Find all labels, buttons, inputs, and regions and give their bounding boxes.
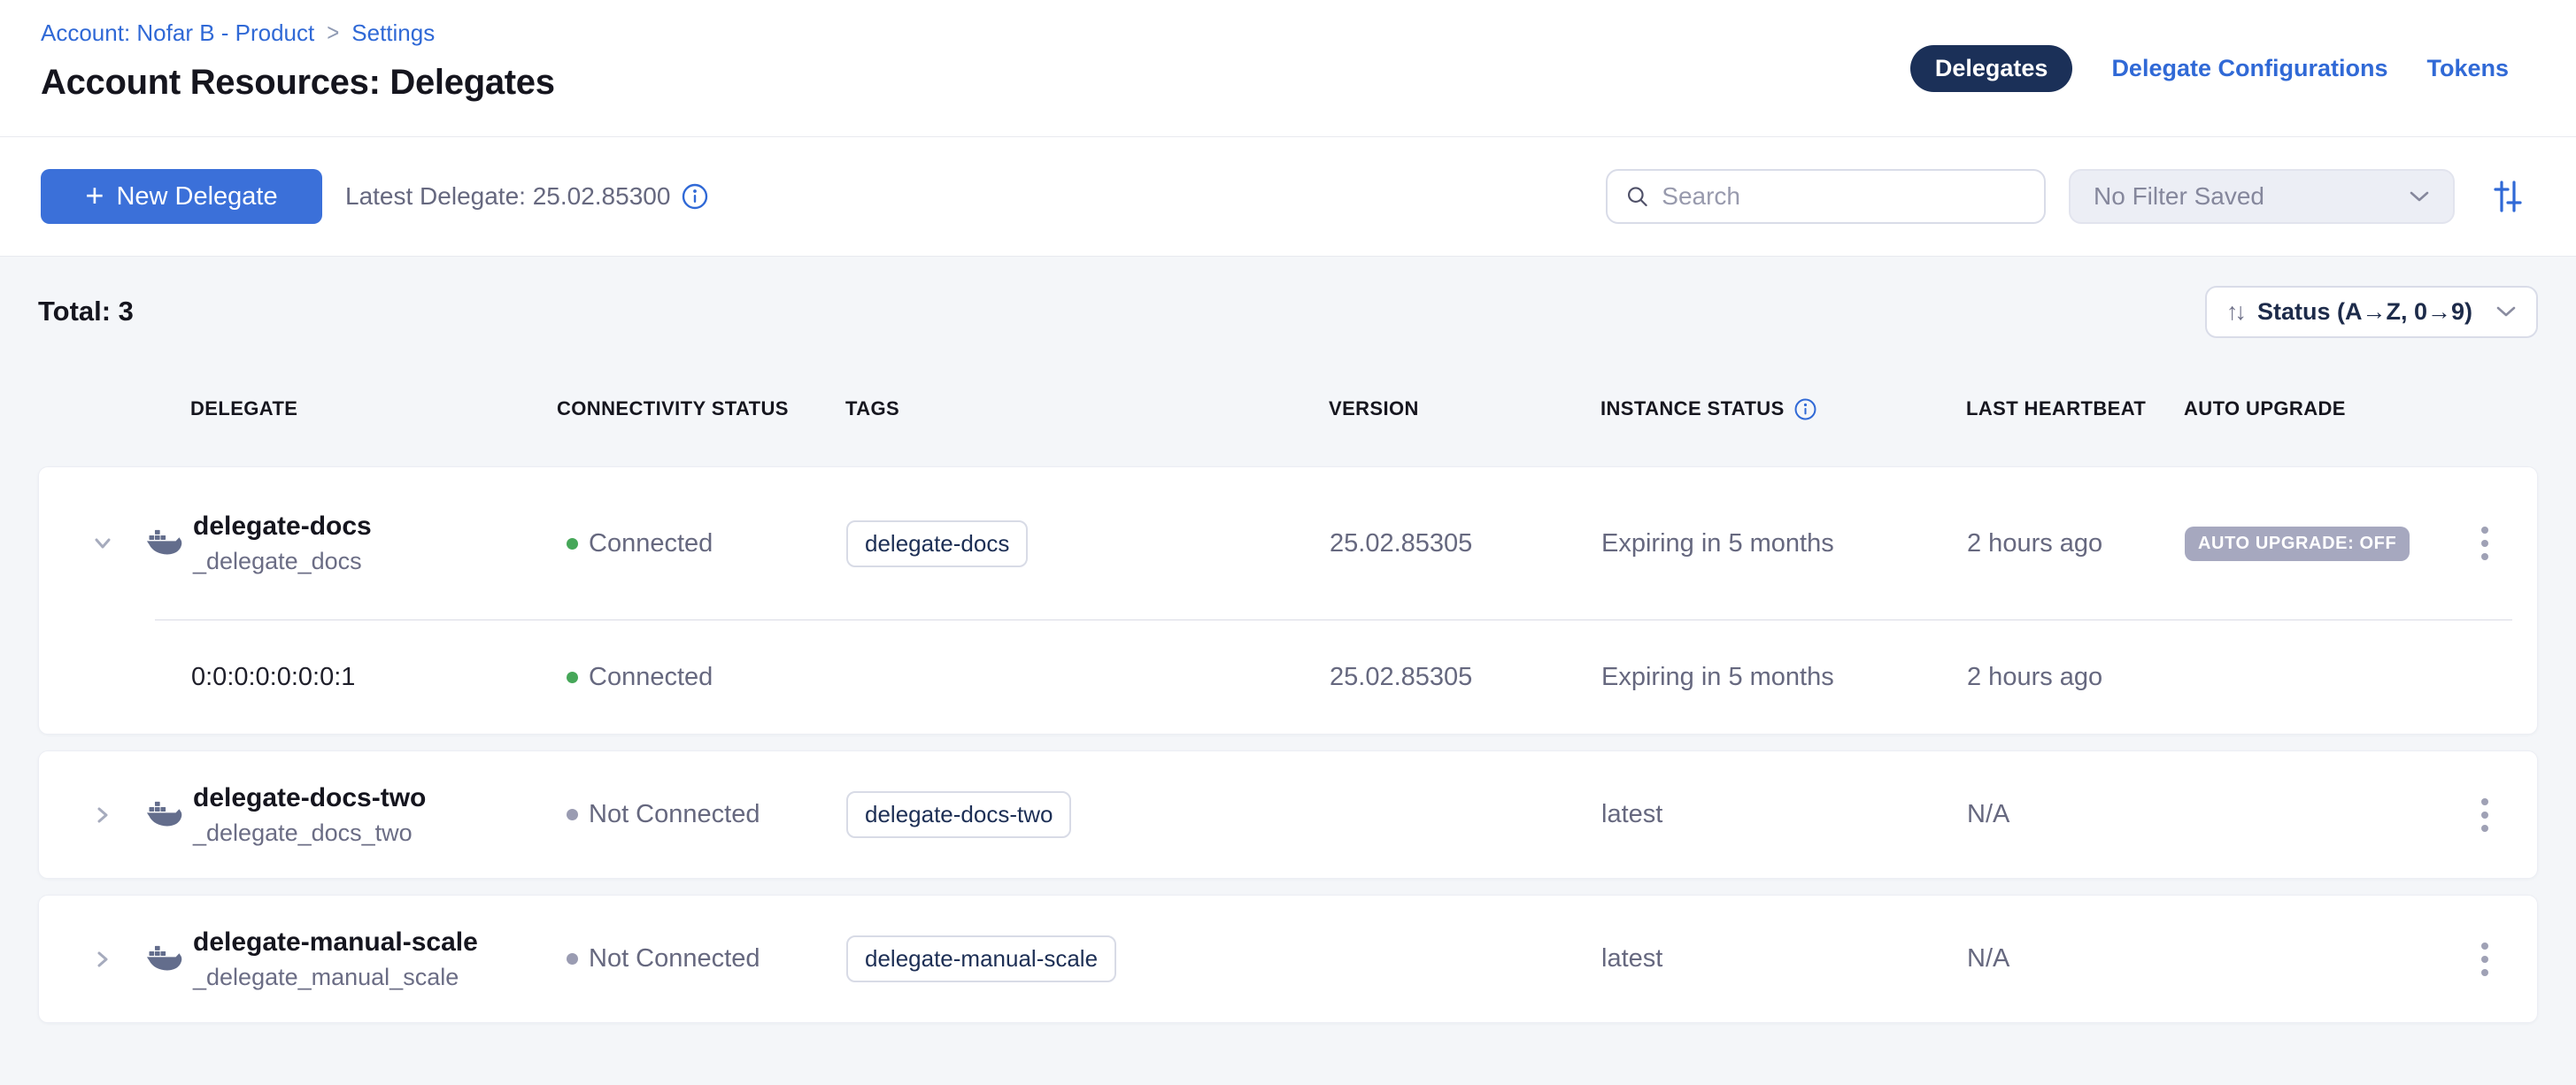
disconnected-dot-icon [567, 953, 578, 965]
saved-filter-select[interactable]: No Filter Saved [2069, 169, 2455, 224]
header-tabs: Delegates Delegate Configurations Tokens [1910, 0, 2509, 136]
breadcrumb: Account: Nofar B - Product > Settings [41, 19, 555, 47]
total-count: Total: 3 [38, 296, 134, 327]
delegates-list: Total: 3 ↑↓ Status (A→Z, 0→9) DELEGATE C… [0, 285, 2576, 1023]
delegate-row[interactable]: delegate-docs-two _delegate_docs_two Not… [39, 751, 2537, 878]
instance-status: latest [1601, 800, 1967, 829]
connectivity-status: Not Connected [589, 944, 760, 973]
col-header-tags: TAGS [845, 397, 1329, 420]
disconnected-dot-icon [567, 809, 578, 820]
kebab-menu-icon[interactable] [2474, 935, 2495, 983]
delegate-identifier: _delegate_docs [193, 548, 372, 575]
delegate-row[interactable]: delegate-docs _delegate_docs Connected d… [39, 467, 2537, 619]
kebab-menu-icon[interactable] [2474, 791, 2495, 839]
page-header: Account: Nofar B - Product > Settings Ac… [0, 0, 2576, 137]
delegate-card: delegate-docs _delegate_docs Connected d… [38, 466, 2538, 735]
last-heartbeat: N/A [1967, 800, 2185, 829]
docker-icon [145, 528, 182, 558]
latest-delegate-label: Latest Delegate: 25.02.85300 [345, 182, 709, 211]
toolbar: + New Delegate Latest Delegate: 25.02.85… [0, 137, 2576, 257]
col-header-connectivity: CONNECTIVITY STATUS [557, 397, 845, 420]
breadcrumb-separator-icon: > [327, 19, 339, 47]
sort-arrows-icon: ↑↓ [2226, 298, 2243, 326]
tab-tokens[interactable]: Tokens [2426, 55, 2509, 82]
col-header-auto-upgrade: AUTO UPGRADE [2184, 397, 2432, 420]
last-heartbeat: 2 hours ago [1967, 529, 2185, 558]
instance-status: Expiring in 5 months [1601, 529, 1967, 558]
delegate-card: delegate-docs-two _delegate_docs_two Not… [38, 750, 2538, 879]
sort-select[interactable]: ↑↓ Status (A→Z, 0→9) [2205, 286, 2538, 338]
instance-host: 0:0:0:0:0:0:0:1 [145, 663, 558, 692]
connectivity-status: Connected [589, 529, 713, 558]
delegate-name: delegate-docs-two [193, 783, 426, 813]
instance-status: Expiring in 5 months [1601, 663, 1967, 692]
connected-dot-icon [567, 672, 578, 683]
delegate-version: 25.02.85305 [1330, 529, 1601, 558]
delegate-card: delegate-manual-scale _delegate_manual_s… [38, 895, 2538, 1023]
col-header-last-heartbeat: LAST HEARTBEAT [1966, 397, 2184, 420]
delegate-identifier: _delegate_manual_scale [193, 964, 478, 991]
last-heartbeat: 2 hours ago [1967, 663, 2185, 692]
connected-dot-icon [567, 538, 578, 550]
col-header-delegate: DELEGATE [144, 397, 557, 420]
table-header-row: DELEGATE CONNECTIVITY STATUS TAGS VERSIO… [38, 395, 2538, 423]
docker-icon [145, 800, 182, 830]
delegate-name: delegate-manual-scale [193, 927, 478, 958]
kebab-menu-icon[interactable] [2474, 519, 2495, 567]
instance-version: 25.02.85305 [1330, 663, 1601, 692]
delegate-tag: delegate-manual-scale [846, 935, 1116, 982]
breadcrumb-settings-link[interactable]: Settings [351, 19, 435, 47]
connectivity-status: Not Connected [589, 800, 760, 829]
chevron-down-icon [2495, 305, 2517, 318]
last-heartbeat: N/A [1967, 944, 2185, 973]
filter-sliders-icon [2487, 176, 2527, 217]
delegate-tag: delegate-docs [846, 520, 1028, 567]
page-title: Account Resources: Delegates [41, 63, 555, 103]
info-icon[interactable] [681, 182, 709, 211]
search-input[interactable] [1662, 182, 2026, 211]
auto-upgrade-badge: AUTO UPGRADE: OFF [2185, 527, 2410, 561]
filter-sliders-button[interactable] [2487, 176, 2527, 217]
tab-delegates[interactable]: Delegates [1910, 45, 2073, 92]
new-delegate-button[interactable]: + New Delegate [41, 169, 322, 224]
delegate-tag: delegate-docs-two [846, 791, 1071, 838]
delegate-name: delegate-docs [193, 512, 372, 542]
col-header-version: VERSION [1329, 397, 1600, 420]
search-box [1606, 169, 2046, 224]
delegate-identifier: _delegate_docs_two [193, 820, 426, 847]
expand-chevron-icon[interactable] [89, 946, 116, 973]
instance-status: latest [1601, 944, 1967, 973]
col-header-instance-status: INSTANCE STATUS [1600, 397, 1966, 421]
connectivity-status: Connected [589, 663, 713, 692]
info-icon[interactable] [1793, 397, 1817, 421]
chevron-down-icon [2409, 190, 2430, 203]
search-icon [1625, 183, 1649, 210]
collapse-chevron-icon[interactable] [89, 530, 116, 557]
delegate-row[interactable]: delegate-manual-scale _delegate_manual_s… [39, 896, 2537, 1022]
breadcrumb-account-link[interactable]: Account: Nofar B - Product [41, 19, 314, 47]
docker-icon [145, 944, 182, 974]
expand-chevron-icon[interactable] [89, 802, 116, 828]
tab-delegate-configurations[interactable]: Delegate Configurations [2111, 55, 2387, 82]
delegate-instance-row: 0:0:0:0:0:0:0:1 Connected 25.02.85305 Ex… [39, 620, 2537, 734]
